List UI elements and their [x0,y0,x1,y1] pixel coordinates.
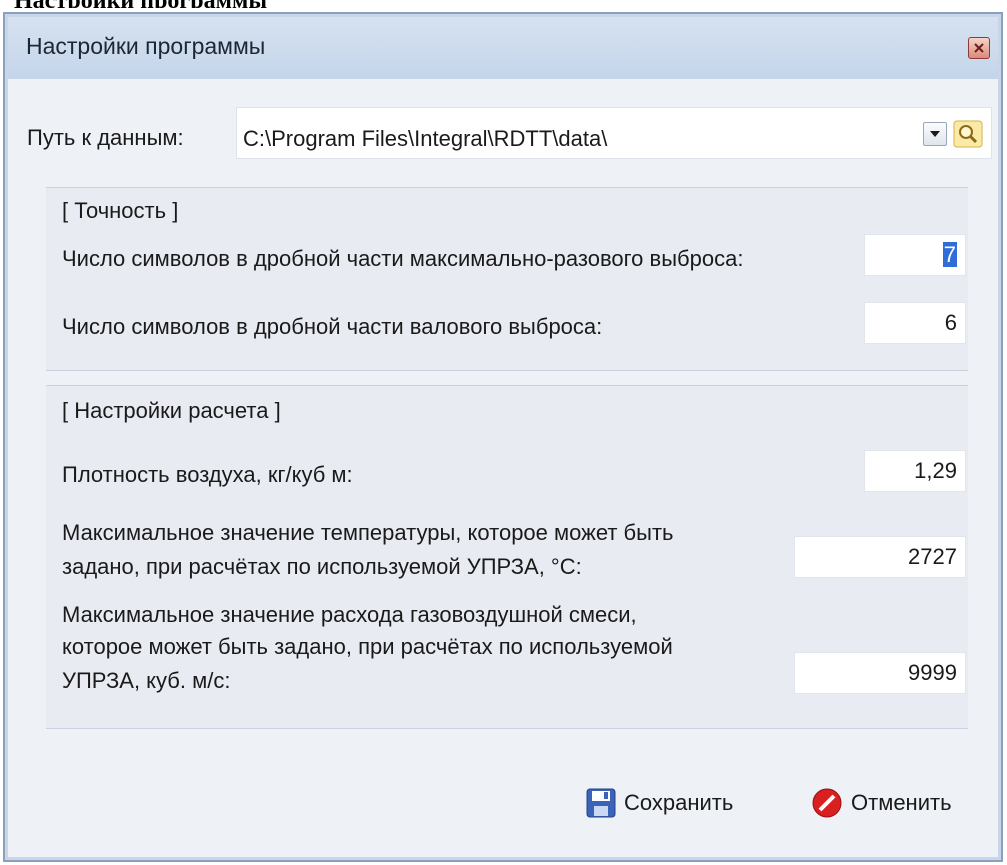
data-path-dropdown-button[interactable] [923,122,947,146]
max-emission-digits-value: 7 [942,242,957,267]
save-button-label: Сохранить [624,790,734,815]
max-emission-digits-input[interactable]: 7 [864,234,966,276]
air-density-input[interactable]: 1,29 [864,450,966,492]
floppy-disk-icon [586,788,616,818]
dialog-content: Путь к данным: C:\Program Files\Integral… [8,79,998,857]
max-temperature-input[interactable]: 2727 [794,536,966,578]
browse-folder-button[interactable] [953,120,983,148]
max-temperature-label-line-2: задано, при расчётах по используемой УПР… [62,554,582,579]
gross-emission-digits-input[interactable]: 6 [864,302,966,344]
folder-search-icon [953,120,983,148]
save-button[interactable]: Сохранить [586,783,733,823]
data-path-value[interactable]: C:\Program Files\Integral\RDTT\data\ [243,126,607,152]
cancel-button-label: Отменить [851,790,952,815]
page-heading: Настройки программы [14,0,994,8]
precision-group-title: [ Точность ] [62,198,179,223]
max-emission-digits-label: Число символов в дробной части максималь… [62,246,744,271]
close-icon [974,43,984,53]
cancel-button[interactable]: Отменить [811,783,952,823]
calc-settings-group-title: [ Настройки расчета ] [62,398,281,423]
calc-settings-group: [ Настройки расчета ] Плотность воздуха,… [46,385,968,729]
max-temperature-label-line-1: Максимальное значение температуры, котор… [62,520,674,545]
max-flow-label-line-3: УПРЗА, куб. м/с: [62,668,231,693]
data-path-combobox[interactable]: C:\Program Files\Integral\RDTT\data\ [236,107,992,159]
settings-dialog: Настройки программы Путь к данным: C:\Pr… [3,12,1003,862]
max-flow-input[interactable]: 9999 [794,652,966,694]
gross-emission-digits-label: Число символов в дробной части валового … [62,314,603,339]
close-button[interactable] [968,37,990,59]
cancel-icon [812,788,842,818]
air-density-label: Плотность воздуха, кг/куб м: [62,462,353,487]
window-title: Настройки программы [26,33,266,59]
max-flow-label-line-2: которое может быть задано, при расчётах … [62,634,673,659]
max-flow-label-line-1: Максимальное значение расхода газовоздуш… [62,602,637,627]
title-bar[interactable]: Настройки программы [8,17,998,79]
precision-group: [ Точность ] Число символов в дробной ча… [46,187,968,371]
chevron-down-icon [930,131,940,137]
data-path-label: Путь к данным: [27,125,184,150]
